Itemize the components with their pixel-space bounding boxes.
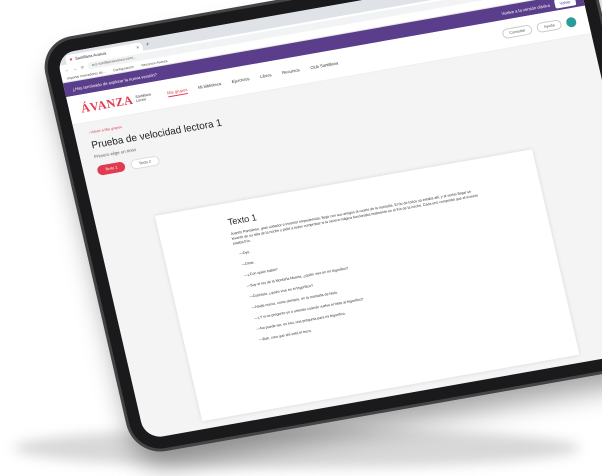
tablet-screen: ■ Santillana Avanza ✕ + ← → ⟳ avz.santil… xyxy=(56,0,602,440)
back-label: Volver a Mis grupos xyxy=(90,125,123,135)
nav-item-books[interactable]: Libros xyxy=(260,72,273,81)
reload-icon[interactable]: ⟳ xyxy=(80,64,84,69)
page-footer: Este texto ha sido adaptado para medir l… xyxy=(165,420,257,439)
dialogue-line: —¿Y si os pregunto yo a ustedes cuándo v… xyxy=(253,296,364,320)
back-icon[interactable]: ← xyxy=(64,67,69,73)
footer-line: Este texto ha sido adaptado para medir l… xyxy=(164,420,255,440)
scene: ■ Santillana Avanza ✕ + ← → ⟳ avz.santil… xyxy=(0,0,602,476)
tab-text-2[interactable]: Texto 2 xyxy=(129,155,160,170)
avanza-logo[interactable]: ÁVANZA xyxy=(79,92,134,116)
footer-line: Tiempo de lectura: 1 min. xyxy=(167,430,257,440)
close-tab-icon[interactable]: ✕ xyxy=(136,45,140,50)
header-actions: Consultar Ayuda xyxy=(501,16,578,40)
reading-sheet: Texto 1 Juanito Pantaleón, gran soñador … xyxy=(154,149,580,422)
nav-item-resources[interactable]: Recursos xyxy=(282,67,301,77)
forward-icon[interactable]: → xyxy=(72,65,77,71)
nav-item-library[interactable]: Mi biblioteca xyxy=(197,81,221,92)
tab-text-1[interactable]: Texto 1 xyxy=(96,161,127,176)
logo-subtitle: Santillana Lector xyxy=(134,92,152,103)
avatar[interactable] xyxy=(565,16,578,28)
consult-button[interactable]: Consultar xyxy=(501,24,534,40)
tab-favicon-icon: ■ xyxy=(69,56,73,62)
help-button[interactable]: Ayuda xyxy=(536,19,563,34)
tablet-device: ■ Santillana Avanza ✕ + ← → ⟳ avz.santil… xyxy=(41,0,602,454)
dialogue-line: —No puede ser, es eso, una pregunta para… xyxy=(256,311,346,331)
nav-item-exercises[interactable]: Ejercicios xyxy=(231,76,250,86)
nav-item-club[interactable]: Club Santillana xyxy=(310,60,339,72)
dialogue-line: —Bah, creo que ahí está el truco. xyxy=(258,328,313,342)
new-tab-icon[interactable]: + xyxy=(145,41,150,50)
nav-item-groups[interactable]: Mis grupos xyxy=(166,86,189,97)
